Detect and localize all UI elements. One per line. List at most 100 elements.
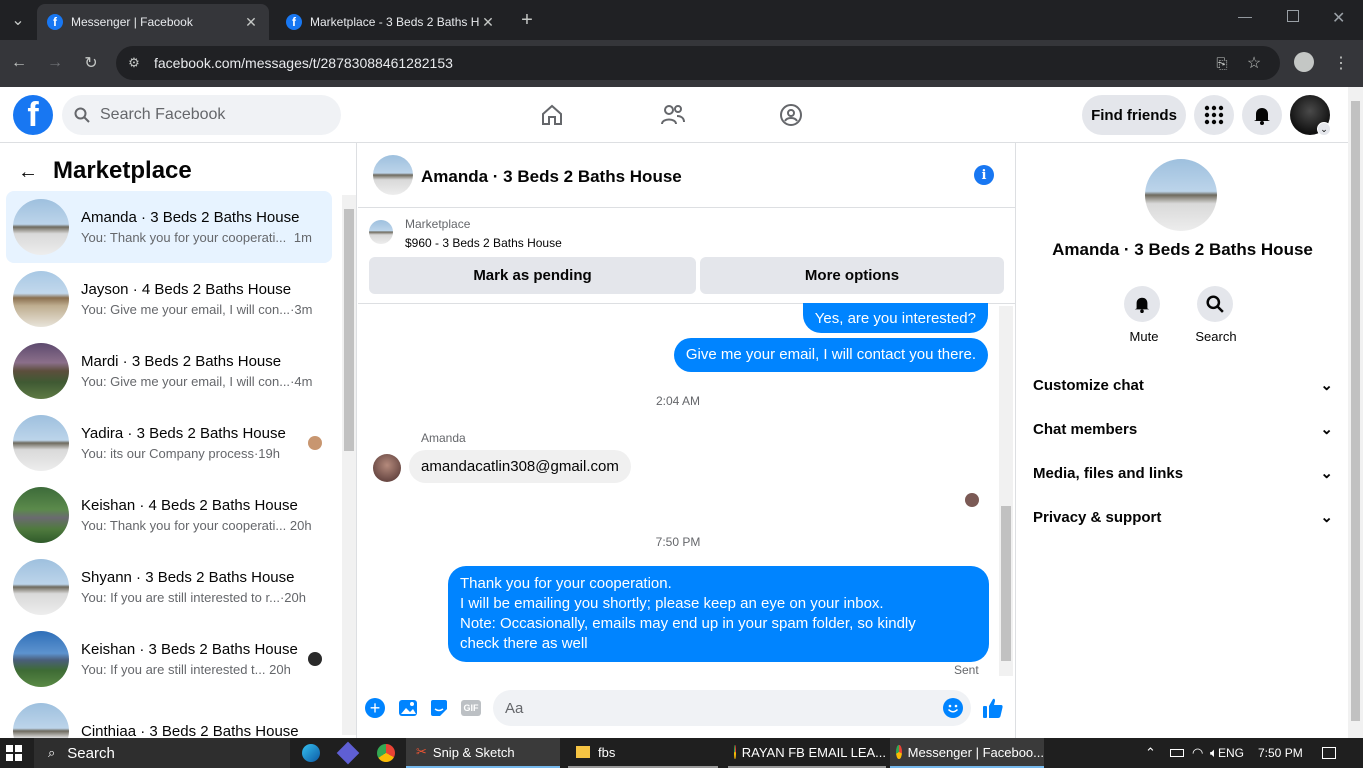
close-window-icon[interactable]: ✕ — [1332, 8, 1345, 28]
show-hidden-icons[interactable]: ⌃ — [1145, 738, 1156, 768]
conversation-item[interactable]: Amanda · 3 Beds 2 Baths House You: Thank… — [6, 191, 332, 263]
conversation-time: 1m — [293, 230, 312, 245]
conversation-name: Keishan · 3 Beds 2 Baths House — [81, 641, 298, 658]
chat-scrollbar[interactable] — [999, 306, 1013, 676]
conversation-snippet: You: Give me your email, I will con... — [81, 374, 291, 389]
mute-button[interactable] — [1124, 286, 1160, 322]
network-icon[interactable]: ◠ — [1192, 738, 1203, 768]
forward-icon[interactable]: → — [41, 49, 69, 77]
incoming-message[interactable]: amandacatlin308@gmail.com — [409, 450, 631, 483]
conversation-item[interactable]: Cinthiaa · 3 Beds 2 Baths House — [6, 695, 332, 738]
mark-as-pending-button[interactable]: Mark as pending — [369, 257, 696, 294]
outgoing-message[interactable]: Give me your email, I will contact you t… — [673, 338, 988, 372]
site-info-icon[interactable]: ⚙ — [120, 49, 148, 77]
search-in-chat-button[interactable] — [1197, 286, 1233, 322]
profile-icon[interactable] — [1294, 52, 1314, 72]
volume-icon[interactable]: 🔈︎ — [1210, 738, 1218, 768]
chat-title[interactable]: Amanda · 3 Beds 2 Baths House — [421, 167, 682, 187]
tab-title: Messenger | Facebook — [71, 15, 193, 29]
address-bar[interactable]: ⚙ facebook.com/messages/t/28783088461282… — [116, 46, 1280, 80]
add-more-icon[interactable]: + — [365, 698, 385, 718]
customize-chat-section[interactable]: Customize chat ⌄ — [1033, 363, 1333, 407]
taskbar-app-fbs[interactable]: fbs — [568, 738, 718, 768]
tab-search-icon[interactable]: ⌄ — [4, 6, 32, 34]
find-friends-button[interactable]: Find friends — [1082, 95, 1186, 135]
tab-messenger[interactable]: f Messenger | Facebook ✕ — [37, 4, 269, 40]
sticker-icon[interactable] — [430, 699, 448, 717]
close-tab-icon[interactable]: ✕ — [243, 14, 259, 31]
clock[interactable]: 7:50 PM — [1258, 738, 1303, 768]
notifications-bell-icon[interactable] — [1242, 95, 1282, 135]
scrollbar-thumb[interactable] — [1351, 101, 1360, 721]
outgoing-message[interactable]: Yes, are you interested? — [802, 303, 988, 333]
message-input[interactable]: Aa — [493, 690, 971, 726]
back-icon[interactable]: ← — [5, 49, 33, 77]
sender-avatar[interactable] — [373, 454, 401, 482]
scrollbar-thumb[interactable] — [1001, 506, 1011, 661]
folder-icon — [576, 746, 590, 758]
listing-avatar — [13, 343, 69, 399]
taskbar-search[interactable]: ⌕ Search — [34, 738, 290, 768]
attach-photo-icon[interactable] — [398, 699, 418, 717]
taskbar-app-chrome-rayan[interactable]: RAYAN FB EMAIL LEA... — [728, 738, 886, 768]
scrollbar-thumb[interactable] — [344, 209, 354, 451]
back-arrow-icon[interactable]: ← — [18, 161, 38, 184]
close-tab-icon[interactable]: ✕ — [480, 14, 496, 31]
new-tab-icon[interactable]: + — [513, 6, 541, 34]
seen-avatar — [308, 652, 322, 666]
bookmark-star-icon[interactable]: ☆ — [1240, 49, 1268, 77]
taskbar-app-chrome-messenger[interactable]: Messenger | Faceboo... — [890, 738, 1044, 768]
browser-menu-icon[interactable]: ⋮ — [1327, 49, 1355, 77]
search-facebook-input[interactable]: Search Facebook — [62, 95, 341, 135]
minimize-icon[interactable]: — — [1238, 8, 1252, 24]
section-label: Customize chat — [1033, 376, 1144, 394]
outgoing-message[interactable]: Thank you for your cooperation. I will b… — [448, 566, 989, 662]
language-indicator[interactable]: ENG — [1218, 738, 1244, 768]
details-name: Amanda · 3 Beds 2 Baths House — [1052, 240, 1313, 259]
friends-icon[interactable] — [660, 103, 686, 127]
home-icon[interactable] — [540, 103, 564, 127]
details-avatar[interactable] — [1145, 159, 1217, 231]
conversation-item[interactable]: Jayson · 4 Beds 2 Baths House You: Give … — [6, 263, 332, 335]
more-options-button[interactable]: More options — [700, 257, 1004, 294]
conversation-item[interactable]: Shyann · 3 Beds 2 Baths House You: If yo… — [6, 551, 332, 623]
account-chevron-icon[interactable]: ⌄ — [1317, 122, 1331, 136]
list-scrollbar[interactable] — [342, 195, 356, 735]
conversation-item[interactable]: Yadira · 3 Beds 2 Baths House You: its o… — [6, 407, 332, 479]
emoji-icon[interactable] — [943, 698, 963, 718]
chrome-icon[interactable] — [377, 738, 395, 768]
chrome-icon — [734, 745, 736, 759]
chevron-down-icon: ⌄ — [1320, 465, 1333, 482]
conversation-item[interactable]: Keishan · 4 Beds 2 Baths House You: Than… — [6, 479, 332, 551]
facebook-favicon-icon: f — [286, 14, 302, 30]
app-icon[interactable] — [336, 738, 360, 768]
facebook-logo-icon[interactable]: f — [13, 95, 53, 135]
thumbs-up-icon[interactable] — [982, 697, 1004, 719]
chat-members-section[interactable]: Chat members ⌄ — [1033, 407, 1333, 451]
listing-label: Marketplace — [405, 217, 471, 231]
gif-icon[interactable]: GIF — [461, 700, 481, 716]
conversation-item[interactable]: Keishan · 3 Beds 2 Baths House You: If y… — [6, 623, 332, 695]
edge-icon[interactable] — [302, 738, 320, 768]
notification-center-icon[interactable] — [1322, 738, 1336, 768]
install-app-icon[interactable]: ⎘ — [1208, 49, 1236, 77]
taskbar-app-snip-sketch[interactable]: ✂ Snip & Sketch — [406, 738, 560, 768]
reload-icon[interactable]: ↻ — [77, 49, 105, 77]
restore-icon[interactable] — [1287, 10, 1299, 22]
conversation-time: ·19h — [253, 446, 280, 461]
conversation-item[interactable]: Mardi · 3 Beds 2 Baths House You: Give m… — [6, 335, 332, 407]
groups-icon[interactable] — [779, 103, 803, 127]
page-scrollbar[interactable] — [1348, 87, 1363, 738]
battery-icon[interactable] — [1170, 738, 1184, 768]
chat-avatar[interactable] — [373, 155, 413, 195]
conversation-time: ·20h — [279, 590, 306, 605]
tab-marketplace[interactable]: f Marketplace - 3 Beds 2 Baths H ✕ — [276, 4, 506, 40]
privacy-support-section[interactable]: Privacy & support ⌄ — [1033, 495, 1333, 539]
chrome-icon — [896, 745, 902, 759]
listing-thumbnail[interactable] — [369, 220, 393, 244]
listing-title[interactable]: $960 - 3 Beds 2 Baths House — [405, 236, 562, 250]
start-button[interactable] — [6, 738, 22, 768]
media-files-links-section[interactable]: Media, files and links ⌄ — [1033, 451, 1333, 495]
menu-grid-icon[interactable] — [1194, 95, 1234, 135]
info-icon[interactable]: i — [974, 165, 994, 185]
